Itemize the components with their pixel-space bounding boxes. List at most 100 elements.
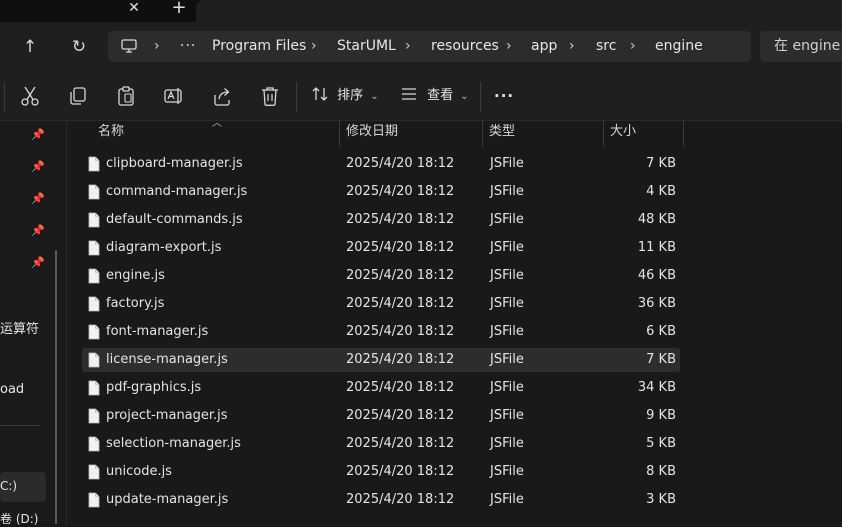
pin-icon[interactable]: 📌 [30,127,46,143]
sort-ascending-icon: ︿ [212,118,222,129]
file-type: JSFile [490,156,524,171]
close-tab-icon[interactable]: ✕ [122,0,146,18]
file-type: JSFile [490,184,524,199]
sort-menu-button[interactable]: 排序 ⌄ [312,84,379,108]
file-row[interactable]: engine.js 2025/4/20 18:12 JSFile 46 KB [82,264,680,288]
paste-icon[interactable] [115,85,137,107]
file-icon [88,380,100,396]
column-header-modified[interactable]: 修改日期 [346,121,398,147]
sidebar-item-drive-d[interactable]: 卷 (D:) [0,510,38,527]
file-type: JSFile [490,464,524,479]
more-options-icon[interactable]: ··· [494,84,514,108]
chevron-right-icon[interactable]: › [506,31,512,62]
file-row[interactable]: default-commands.js 2025/4/20 18:12 JSFile… [82,208,680,232]
computer-icon[interactable] [121,39,137,53]
file-icon [88,464,100,480]
chevron-right-icon[interactable]: › [405,31,411,62]
view-label: 查看 [427,88,454,103]
file-size: 11 KB [637,240,676,255]
file-row[interactable]: font-manager.js 2025/4/20 18:12 JSFile 6 KB [82,320,680,344]
file-row[interactable]: update-manager.js 2025/4/20 18:12 JSFile 3 … [82,488,680,512]
view-icon [401,88,421,103]
file-row[interactable]: command-manager.js 2025/4/20 18:12 JSFile 4… [82,180,680,204]
file-row[interactable]: pdf-graphics.js 2025/4/20 18:12 JSFile 34 K… [82,376,680,400]
file-row[interactable]: diagram-export.js 2025/4/20 18:12 JSFile 11… [82,236,680,260]
overflow-breadcrumb-icon[interactable]: ··· [180,31,196,62]
active-tab [196,0,842,22]
pin-icon[interactable]: 📌 [30,223,46,239]
breadcrumb-src[interactable]: src [596,31,616,62]
pin-icon[interactable]: 📌 [30,255,46,271]
breadcrumb-staruml[interactable]: StarUML [337,31,396,62]
chevron-down-icon: ⌄ [460,91,469,102]
file-row[interactable]: factory.js 2025/4/20 18:12 JSFile 36 KB [82,292,680,316]
file-icon [88,436,100,452]
cut-icon[interactable] [19,85,41,107]
file-icon [88,268,100,284]
column-header-type[interactable]: 类型 [489,121,515,147]
file-size: 34 KB [637,380,676,395]
file-icon [88,324,100,340]
file-icon [88,184,100,200]
file-icon [88,408,100,424]
file-name: default-commands.js [106,212,243,227]
sidebar-item-download[interactable]: oad [0,382,24,397]
file-type: JSFile [490,240,524,255]
file-type: JSFile [490,268,524,283]
column-header-size[interactable]: 大小 [610,121,636,147]
breadcrumb-engine[interactable]: engine [655,31,703,62]
file-modified: 2025/4/20 18:12 [346,408,455,423]
column-divider[interactable] [482,121,483,147]
file-row[interactable]: license-manager.js 2025/4/20 18:12 JSFile 7… [82,348,680,372]
file-icon [88,212,100,228]
toolbar-divider [480,82,481,112]
view-menu-button[interactable]: 查看 ⌄ [401,84,469,108]
file-row[interactable]: selection-manager.js 2025/4/20 18:12 JSFil… [82,432,680,456]
file-modified: 2025/4/20 18:12 [346,436,455,451]
chevron-right-icon[interactable]: › [154,31,160,62]
file-row[interactable]: unicode.js 2025/4/20 18:12 JSFile 8 KB [82,460,680,484]
rename-icon[interactable] [163,85,185,107]
chevron-right-icon[interactable]: › [630,31,636,62]
breadcrumb-resources[interactable]: resources [431,31,499,62]
delete-icon[interactable] [259,85,281,107]
file-type: JSFile [490,436,524,451]
sidebar-item-operators[interactable]: 运算符 [0,318,39,337]
breadcrumb-app[interactable]: app [531,31,557,62]
file-size: 6 KB [646,324,676,339]
share-icon[interactable] [211,85,233,107]
file-row[interactable]: clipboard-manager.js 2025/4/20 18:12 JSFil… [82,152,680,176]
file-icon [88,156,100,172]
file-modified: 2025/4/20 18:12 [346,184,455,199]
column-header-name[interactable]: 名称 [98,121,124,147]
sidebar-item-drive-c[interactable]: C:) [0,479,17,493]
up-icon[interactable]: ↑ [16,33,44,61]
chevron-down-icon: ⌄ [370,91,379,102]
column-divider[interactable] [603,121,604,147]
file-size: 9 KB [646,408,676,423]
file-type: JSFile [490,492,524,507]
column-divider[interactable] [339,121,340,147]
new-tab-icon[interactable]: + [166,0,192,20]
file-type: JSFile [490,380,524,395]
address-bar[interactable]: › ··· Program Files › StarUML › resource… [108,31,751,62]
sidebar-scrollbar[interactable] [55,250,57,524]
file-name: project-manager.js [106,408,228,423]
copy-icon[interactable] [67,85,89,107]
refresh-icon[interactable]: ↻ [65,33,93,61]
breadcrumb-program-files[interactable]: Program Files [212,31,306,62]
search-input[interactable]: 在 engine 中 [760,31,842,62]
file-type: JSFile [490,212,524,227]
column-divider[interactable] [683,121,684,147]
pin-icon[interactable]: 📌 [30,191,46,207]
chevron-right-icon[interactable]: › [311,31,317,62]
file-icon [88,492,100,508]
chevron-right-icon[interactable]: › [569,31,575,62]
pin-icon[interactable]: 📌 [30,159,46,175]
file-modified: 2025/4/20 18:12 [346,296,455,311]
file-modified: 2025/4/20 18:12 [346,352,455,367]
file-name: license-manager.js [106,352,228,367]
file-modified: 2025/4/20 18:12 [346,324,455,339]
toolbar-divider [296,82,297,112]
file-row[interactable]: project-manager.js 2025/4/20 18:12 JSFile 9… [82,404,680,428]
